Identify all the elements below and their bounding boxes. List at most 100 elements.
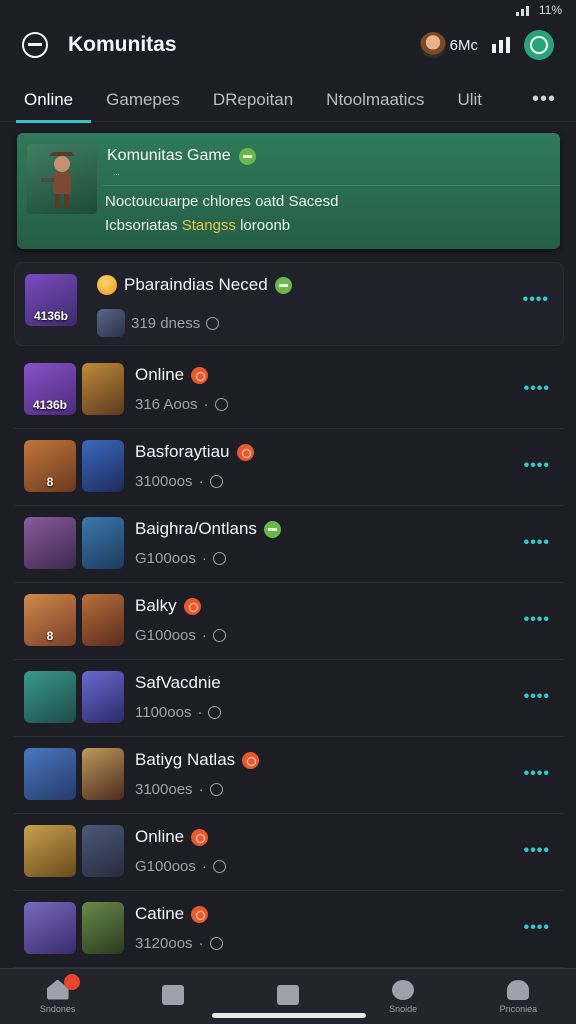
nav-explore-label: Snoide [389, 1003, 418, 1014]
info-icon [212, 629, 226, 642]
info-icon [208, 706, 222, 719]
list-item[interactable]: Baighra/Ontlans G100oos · •••• [14, 506, 564, 583]
list-item[interactable]: Batiyg Natlas 3100oes · •••• [14, 737, 564, 814]
member-count: 3120oos [135, 935, 193, 952]
community-avatar: 4136b [25, 274, 77, 326]
community-avatar: 8 [24, 594, 76, 646]
featured-line-1: Noctoucuarpe chlores oatd Sacesd [105, 193, 339, 210]
coin-icon [97, 275, 117, 295]
community-name-text: Catine [135, 904, 185, 923]
community-name-text: Baighra/Ontlans [135, 519, 257, 538]
community-avatar: 8 [24, 440, 76, 492]
community-meta: 3100oes · [135, 781, 223, 798]
user-chip[interactable]: 6Mc [419, 32, 478, 58]
list-item[interactable]: Catine 3120oos · •••• [14, 891, 564, 968]
home-indicator [212, 1013, 366, 1018]
nav-home[interactable]: Sndones [8, 973, 108, 1014]
community-name: Balky [135, 596, 201, 616]
live-badge-icon [236, 443, 254, 461]
nav-explore[interactable]: Snoide [353, 979, 453, 1014]
info-icon [212, 860, 226, 873]
community-name-text: Balky [135, 596, 177, 615]
user-label: 6Mc [449, 36, 478, 54]
more-icon[interactable]: •••• [523, 291, 549, 309]
game-thumbnail [82, 517, 124, 569]
center-icon [276, 984, 299, 1005]
nav-center[interactable] [238, 984, 338, 1009]
member-count: 319 dness [131, 314, 201, 332]
list-item[interactable]: 4136b Pbaraindias Neced 319 dness •••• [14, 262, 564, 346]
stats-icon[interactable] [492, 37, 510, 53]
community-meta: G100oos · [135, 550, 226, 567]
more-icon[interactable]: •••• [524, 611, 550, 629]
list-item[interactable]: 4136b Online 316 Aoos · •••• [14, 352, 564, 429]
community-name-text: Pbaraindias Neced [124, 275, 268, 294]
community-avatar [24, 902, 76, 954]
more-icon[interactable]: •••• [524, 380, 550, 398]
live-badge-icon [191, 366, 209, 384]
community-name: Catine [135, 904, 209, 924]
community-name-text: Basforaytiau [135, 442, 230, 461]
verified-icon [274, 276, 292, 294]
game-thumbnail [82, 671, 124, 723]
community-meta: 319 dness [97, 309, 220, 337]
featured-title-text: Komunitas Game [107, 147, 231, 164]
list-item[interactable]: 8 Basforaytiau 3100oos · •••• [14, 429, 564, 506]
featured-line-2: Icbsoriatas Stangss loroonb [105, 217, 290, 234]
featured-card[interactable]: Komunitas Game ... Noctoucuarpe chlores … [17, 133, 560, 249]
featured-line-2-suffix: loroonb [240, 217, 291, 234]
tab-fourth[interactable]: Ntoolmaatics [326, 78, 424, 122]
member-count: 3100oos [135, 473, 193, 490]
more-options-icon[interactable]: ••• [532, 88, 556, 111]
game-thumbnail [82, 825, 124, 877]
nav-profile-label: Pnconiea [499, 1003, 538, 1014]
notification-badge [63, 973, 80, 990]
community-list: 4136b Pbaraindias Neced 319 dness •••• 4… [14, 262, 564, 968]
community-meta: 3100oos · [135, 473, 223, 490]
more-icon[interactable]: •••• [524, 457, 550, 475]
tab-online[interactable]: Online [15, 78, 92, 123]
featured-subtitle: ... [113, 168, 120, 177]
library-icon [161, 984, 184, 1005]
nav-library[interactable] [123, 984, 223, 1009]
community-name: Basforaytiau [135, 442, 254, 462]
member-count: G100oos [135, 550, 196, 567]
nav-profile[interactable]: Pnconiea [468, 979, 568, 1014]
verified-icon [238, 147, 256, 165]
bottom-nav: Sndones Snoide Pnconiea [0, 968, 576, 1024]
member-count: G100oos [135, 627, 196, 644]
list-item[interactable]: SafVacdnie 1100oos · •••• [14, 660, 564, 737]
live-badge-icon [191, 905, 209, 923]
more-icon[interactable]: •••• [524, 688, 550, 706]
tab-bar: Online Gamepes DRepoitan Ntoolmaatics Ul… [0, 78, 576, 123]
community-name: Batiyg Natlas [135, 750, 260, 770]
featured-line-2-prefix: Icbsoriatas [105, 217, 178, 234]
app-header: Komunitas 6Mc [0, 20, 576, 70]
more-icon[interactable]: •••• [524, 842, 550, 860]
community-meta: G100oos · [135, 627, 226, 644]
battery-text: 11% [538, 3, 562, 17]
avatar-label: 4136b [32, 398, 68, 412]
more-icon[interactable]: •••• [524, 534, 550, 552]
signal-icon [515, 5, 529, 16]
page-title: Komunitas [68, 33, 177, 56]
verified-icon [263, 520, 281, 538]
tab-games[interactable]: Gamepes [106, 78, 180, 122]
community-name: Baighra/Ontlans [135, 519, 281, 539]
game-thumbnail [82, 440, 124, 492]
info-icon [209, 475, 223, 488]
avatar-label: 4136b [33, 309, 69, 323]
info-icon [209, 783, 223, 796]
more-icon[interactable]: •••• [524, 919, 550, 937]
list-item[interactable]: 8 Balky G100oos · •••• [14, 583, 564, 660]
info-icon [212, 552, 226, 565]
info-icon [214, 398, 228, 411]
more-icon[interactable]: •••• [524, 765, 550, 783]
community-name-text: Online [135, 827, 185, 846]
list-item[interactable]: Online G100oos · •••• [14, 814, 564, 891]
tab-fifth[interactable]: Ulit [457, 78, 482, 122]
live-badge-icon [242, 751, 260, 769]
tab-third[interactable]: DRepoitan [213, 78, 293, 122]
menu-icon[interactable] [22, 32, 48, 58]
profile-circle-icon[interactable] [524, 30, 554, 60]
